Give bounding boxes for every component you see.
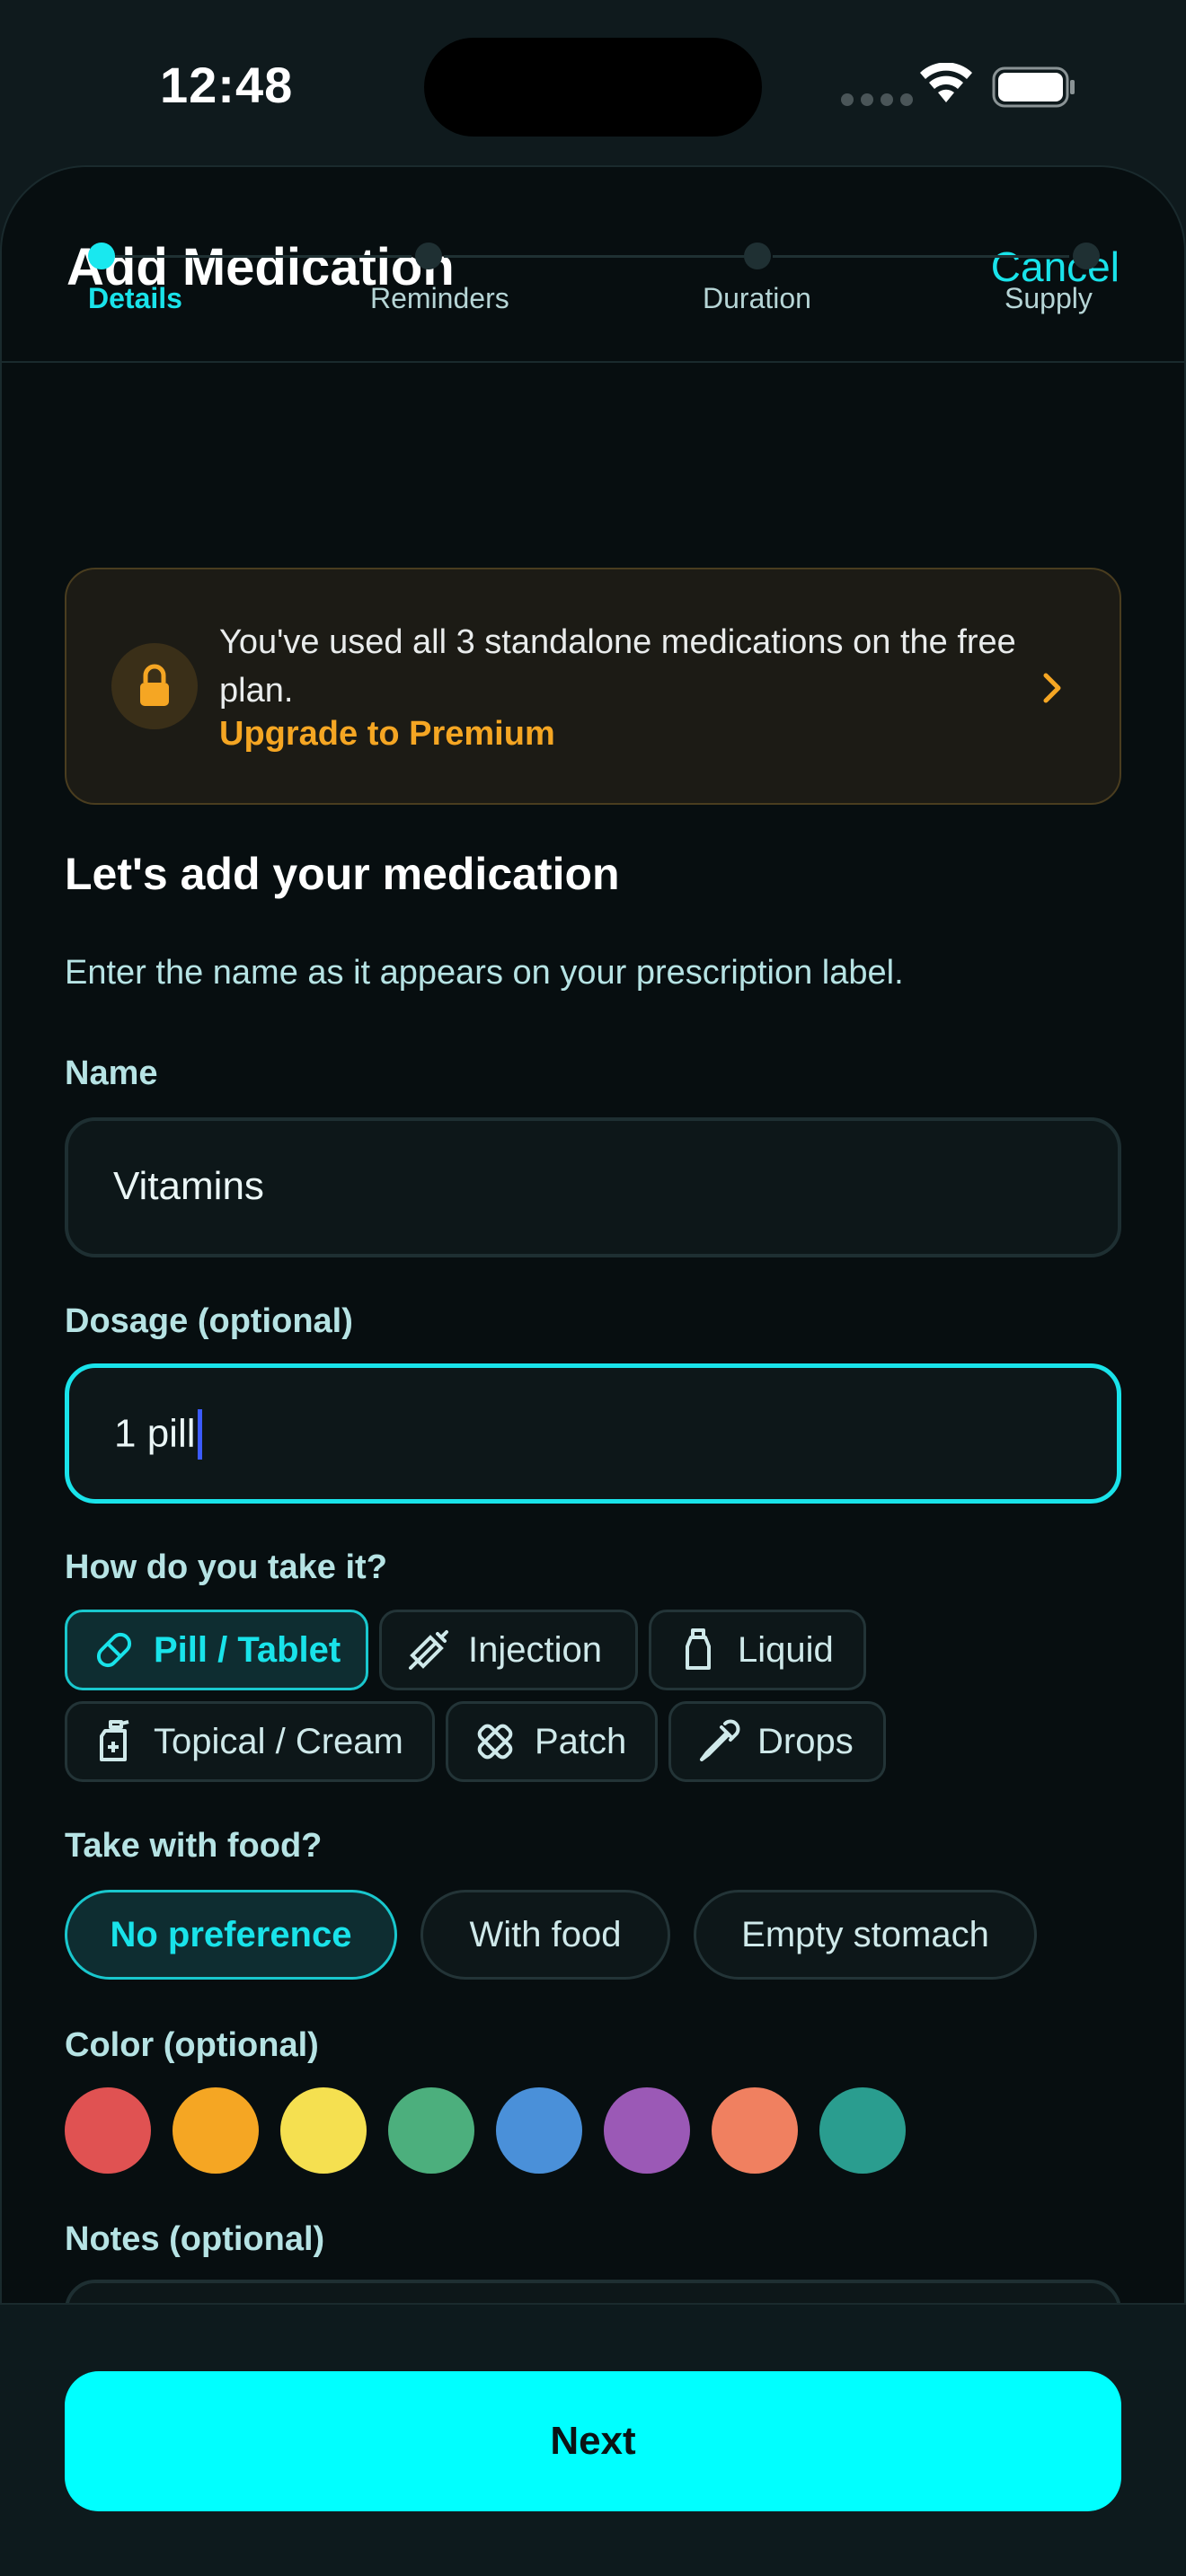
- name-label: Name: [65, 1054, 158, 1092]
- method-chip-label: Injection: [468, 1629, 602, 1670]
- step-label-duration[interactable]: Duration: [703, 282, 811, 315]
- step-label-reminders[interactable]: Reminders: [370, 282, 509, 315]
- wifi-icon: [920, 63, 972, 102]
- method-chip-pill-tablet[interactable]: Pill / Tablet: [65, 1610, 368, 1690]
- method-chip-injection[interactable]: Injection: [379, 1610, 638, 1690]
- pill-icon: [96, 1632, 132, 1668]
- method-chip-patch[interactable]: Patch: [446, 1701, 658, 1782]
- chevron-right-icon: [1043, 673, 1061, 703]
- stepper-connector: [773, 255, 1069, 258]
- color-swatch-purple[interactable]: [604, 2087, 690, 2174]
- stepper-connector: [444, 255, 749, 258]
- color-swatch-yellow[interactable]: [280, 2087, 367, 2174]
- color-label: Color (optional): [65, 2026, 319, 2064]
- step-dot-details: [88, 243, 115, 269]
- food-label: Take with food?: [65, 1827, 323, 1865]
- text-caret: [197, 1409, 202, 1460]
- method-chip-label: Patch: [535, 1721, 627, 1761]
- upgrade-message: You've used all 3 standalone medications…: [219, 623, 1016, 710]
- step-label-details[interactable]: Details: [88, 282, 182, 315]
- notes-label: Notes (optional): [65, 2220, 325, 2258]
- method-label: How do you take it?: [65, 1548, 387, 1586]
- footer-bar: Next: [0, 2303, 1186, 2576]
- syringe-icon: [409, 1630, 448, 1670]
- lock-icon-badge: [111, 643, 198, 729]
- method-chip-topical-cream[interactable]: Topical / Cream: [65, 1701, 435, 1782]
- dosage-value-wrap: 1 pill: [114, 1409, 202, 1461]
- sheet-header: Add Medication Cancel: [2, 167, 1184, 363]
- food-option-with-food[interactable]: With food: [420, 1890, 670, 1980]
- name-field[interactable]: Vitamins: [65, 1117, 1121, 1257]
- step-dot-reminders: [415, 243, 442, 269]
- food-option-empty-stomach[interactable]: Empty stomach: [694, 1890, 1037, 1980]
- method-chip-label: Liquid: [738, 1629, 834, 1670]
- dosage-value: 1 pill: [114, 1411, 196, 1456]
- cream-bottle-icon: [100, 1720, 129, 1761]
- method-chip-label: Pill / Tablet: [154, 1629, 341, 1670]
- bottle-icon: [686, 1628, 711, 1670]
- form-heading: Let's add your medication: [65, 849, 620, 899]
- step-label-supply[interactable]: Supply: [1005, 282, 1093, 315]
- color-swatch-coral[interactable]: [712, 2087, 798, 2174]
- dosage-field[interactable]: 1 pill: [65, 1363, 1121, 1504]
- name-value: Vitamins: [113, 1164, 264, 1208]
- method-chip-drops[interactable]: Drops: [668, 1701, 886, 1782]
- color-swatch-orange[interactable]: [173, 2087, 259, 2174]
- upgrade-link[interactable]: Upgrade to Premium: [219, 715, 555, 754]
- next-button[interactable]: Next: [65, 2371, 1121, 2511]
- method-chip-label: Drops: [757, 1721, 854, 1761]
- upgrade-banner[interactable]: You've used all 3 standalone medications…: [65, 568, 1121, 805]
- dynamic-island: [424, 38, 762, 137]
- method-chip-label: Topical / Cream: [154, 1721, 403, 1761]
- bandage-icon: [477, 1724, 513, 1760]
- color-swatch-blue[interactable]: [496, 2087, 582, 2174]
- color-swatch-green[interactable]: [388, 2087, 474, 2174]
- form-subheading: Enter the name as it appears on your pre…: [65, 954, 904, 992]
- color-swatch-red[interactable]: [65, 2087, 151, 2174]
- signal-icon: [841, 93, 913, 106]
- status-time: 12:48: [160, 57, 294, 113]
- step-dot-duration: [744, 243, 771, 269]
- dosage-label: Dosage (optional): [65, 1302, 353, 1340]
- lock-icon: [140, 664, 169, 706]
- food-option-no-preference[interactable]: No preference: [65, 1890, 397, 1980]
- stepper-connector: [115, 255, 412, 258]
- status-bar: 12:48: [0, 0, 1186, 171]
- color-swatch-teal[interactable]: [819, 2087, 906, 2174]
- dropper-icon: [700, 1719, 740, 1761]
- battery-icon: [992, 66, 1075, 108]
- step-dot-supply: [1073, 243, 1100, 269]
- method-chip-liquid[interactable]: Liquid: [649, 1610, 866, 1690]
